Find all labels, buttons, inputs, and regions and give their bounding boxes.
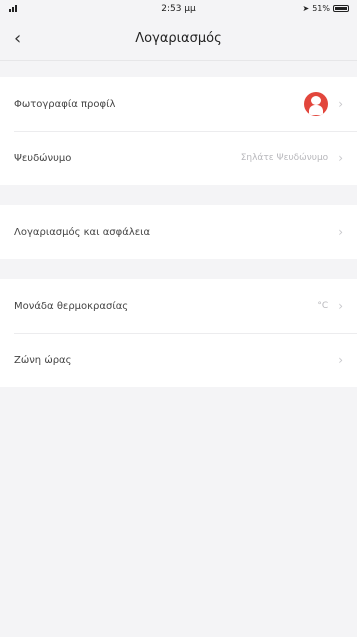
chevron-right-icon: › — [338, 97, 343, 111]
row-time-zone[interactable]: Ζώνη ώρας › — [0, 333, 357, 387]
page-title: Λογαριασμός — [135, 31, 222, 46]
nav-bar: ‹ Λογαριασμός — [0, 20, 357, 61]
row-label: Μονάδα θερμοκρασίας — [14, 300, 129, 312]
row-label: Φωτογραφία προφίλ — [14, 98, 116, 110]
chevron-right-icon: › — [338, 299, 343, 313]
row-label: Ζώνη ώρας — [14, 354, 72, 366]
row-temperature-unit[interactable]: Μονάδα θερμοκρασίας °C › — [0, 279, 357, 333]
row-account-security[interactable]: Λογαριασμός και ασφάλεια › — [0, 205, 357, 259]
status-right: ➤ 51% — [303, 4, 349, 13]
account-screen: 2:53 μμ ➤ 51% ‹ Λογαριασμός Φωτογραφία π… — [0, 0, 357, 637]
avatar — [304, 92, 329, 116]
row-nickname[interactable]: Ψευδώνυμο Σηλάτε Ψευδώνυμο › — [0, 131, 357, 185]
row-value: °C — [317, 301, 329, 311]
chevron-right-icon: › — [338, 225, 343, 239]
location-icon: ➤ — [302, 4, 310, 13]
row-label: Ψευδώνυμο — [14, 152, 72, 164]
chevron-right-icon: › — [338, 353, 343, 367]
security-group: Λογαριασμός και ασφάλεια › — [0, 205, 357, 259]
battery-percent: 51% — [312, 4, 330, 13]
row-label: Λογαριασμός και ασφάλεια — [14, 226, 151, 238]
status-bar: 2:53 μμ ➤ 51% — [0, 0, 357, 20]
chevron-right-icon: › — [338, 151, 343, 165]
battery-icon — [333, 5, 349, 12]
settings-group: Μονάδα θερμοκρασίας °C › Ζώνη ώρας › — [0, 279, 357, 387]
row-profile-photo[interactable]: Φωτογραφία προφίλ › — [0, 77, 357, 131]
row-value: Σηλάτε Ψευδώνυμο — [240, 153, 329, 163]
profile-group: Φωτογραφία προφίλ › Ψευδώνυμο Σηλάτε Ψευ… — [0, 77, 357, 185]
